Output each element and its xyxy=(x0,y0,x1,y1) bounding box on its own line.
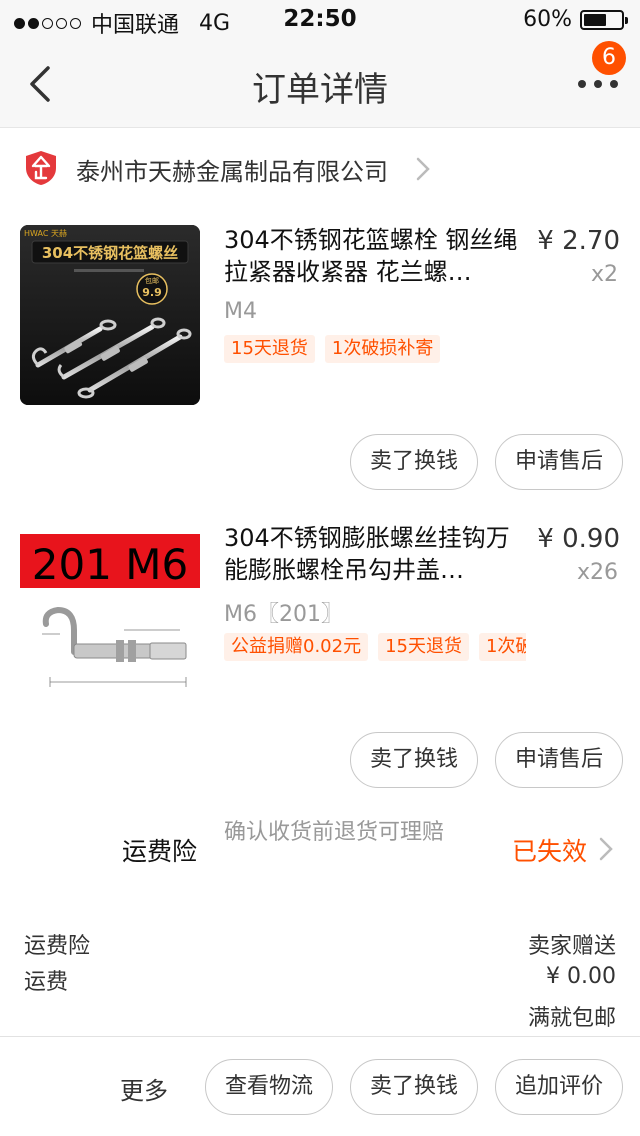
service-tag: 15天退货 xyxy=(224,335,315,363)
service-tag: 1次破损补寄 xyxy=(324,335,441,363)
battery-icon xyxy=(580,9,628,30)
notification-badge: 6 xyxy=(592,41,626,75)
fee-value: 卖家赠送 xyxy=(527,934,616,959)
product-price: ¥ 2.70 xyxy=(537,226,620,256)
service-tags: 15天退货 1次破损补寄 xyxy=(224,335,526,363)
thumb-banner: 304不锈钢花篮螺丝 xyxy=(42,244,178,262)
enterprise-shield-icon xyxy=(26,151,56,185)
product-thumbnail[interactable]: HWAC 天赫 304不锈钢花篮螺丝 包邮 9.9 xyxy=(20,225,200,405)
product-title[interactable]: 304不锈钢花篮螺栓 钢丝绳拉紧器收紧器 花兰螺… xyxy=(224,224,524,288)
fee-note: 满就包邮 xyxy=(527,1006,616,1031)
brand-logo: HWAC 天赫 xyxy=(24,229,67,238)
sell-for-cash-button[interactable]: 卖了换钱 xyxy=(350,434,478,490)
fee-label: 运费险 xyxy=(24,934,91,959)
product-sku: M4 xyxy=(224,299,257,324)
more-dots-icon[interactable] xyxy=(576,74,620,94)
turnbuckle-product-image: HWAC 天赫 304不锈钢花篮螺丝 包邮 9.9 xyxy=(20,225,200,405)
insurance-label: 运费险 xyxy=(122,837,198,866)
chevron-right-icon xyxy=(599,837,613,861)
shop-name: 泰州市天赫金属制品有限公司 xyxy=(76,158,388,186)
service-tag: 公益捐赠0.02元 xyxy=(224,633,369,661)
status-right: 60% xyxy=(523,7,628,32)
order-item: 201 M6 304不锈钢膨胀螺丝挂钩万能膨胀螺栓吊勾井盖… ¥ 0.90 x2… xyxy=(0,508,640,808)
view-logistics-button[interactable]: 查看物流 xyxy=(205,1059,333,1115)
thumb-banner: 201 M6 xyxy=(32,540,188,589)
svg-text:包邮: 包邮 xyxy=(145,276,159,285)
product-quantity: x2 xyxy=(590,262,618,287)
after-sales-button[interactable]: 申请售后 xyxy=(495,732,623,788)
product-quantity: x26 xyxy=(576,560,618,585)
fee-value: ¥ 0.00 xyxy=(546,964,616,989)
product-thumbnail[interactable]: 201 M6 xyxy=(20,522,200,702)
bottom-action-bar: 更多 查看物流 卖了换钱 追加评价 xyxy=(0,1036,640,1136)
chevron-right-icon xyxy=(416,157,430,181)
service-tag: 1次破损补寄 xyxy=(478,633,526,661)
fee-label: 运费 xyxy=(24,970,69,995)
fee-summary: 运费险 卖家赠送 运费 ¥ 0.00 满就包邮 xyxy=(0,920,640,1036)
sell-for-cash-button[interactable]: 卖了换钱 xyxy=(350,1059,478,1115)
product-sku: M6〖201〗 xyxy=(224,602,343,627)
status-bar: 中国联通 4G 22:50 60% xyxy=(0,0,640,40)
page-title: 订单详情 xyxy=(252,70,388,110)
add-review-button[interactable]: 追加评价 xyxy=(495,1059,623,1115)
svg-text:9.9: 9.9 xyxy=(142,286,162,299)
shipping-insurance-row[interactable]: 运费险 确认收货前退货可理赔 已失效 xyxy=(0,812,640,892)
sell-for-cash-button[interactable]: 卖了换钱 xyxy=(350,732,478,788)
service-tag: 15天退货 xyxy=(378,633,469,661)
service-tags: 公益捐赠0.02元 15天退货 1次破损补寄 xyxy=(224,633,526,661)
shop-header[interactable]: 泰州市天赫金属制品有限公司 xyxy=(0,128,640,210)
order-item: HWAC 天赫 304不锈钢花篮螺丝 包邮 9.9 304不锈钢花篮螺栓 钢丝绳… xyxy=(0,210,640,508)
insurance-description: 确认收货前退货可理赔 xyxy=(224,820,445,845)
more-actions-link[interactable]: 更多 xyxy=(120,1071,168,1106)
product-price: ¥ 0.90 xyxy=(537,524,620,554)
battery-percent: 60% xyxy=(523,7,572,32)
after-sales-button[interactable]: 申请售后 xyxy=(495,434,623,490)
product-title[interactable]: 304不锈钢膨胀螺丝挂钩万能膨胀螺栓吊勾井盖… xyxy=(224,522,524,586)
expansion-hook-product-image: 201 M6 xyxy=(20,522,200,702)
insurance-status: 已失效 xyxy=(512,837,588,866)
navigation-bar: 订单详情 6 xyxy=(0,40,640,128)
